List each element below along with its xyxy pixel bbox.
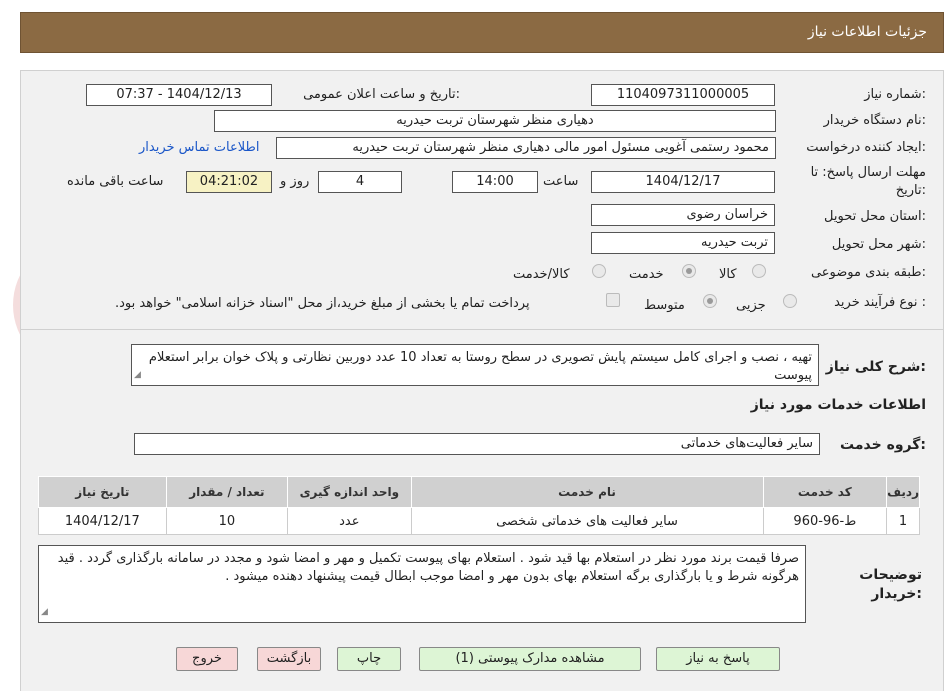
category-label: طبقه بندی موضوعی: bbox=[810, 265, 926, 280]
col-unit-header: واحد اندازه گیری bbox=[287, 476, 412, 508]
process-label: نوع فرآیند خرید : bbox=[834, 295, 926, 310]
description-label: شرح کلی نیاز: bbox=[825, 359, 926, 375]
days-label: روز و bbox=[280, 174, 310, 189]
back-button[interactable]: بازگشت bbox=[257, 647, 321, 671]
process-option-medium-label: متوسط bbox=[644, 298, 685, 313]
deadline-time-field: 14:00 bbox=[452, 171, 538, 193]
contact-buyer-link[interactable]: اطلاعات تماس خریدار bbox=[139, 140, 259, 155]
need-number-label: شماره نیاز: bbox=[864, 87, 926, 102]
buyer-notes-text: صرفا قیمت برند مورد نظر در استعلام بها ق… bbox=[57, 551, 799, 584]
remaining-label: ساعت باقی مانده bbox=[67, 174, 164, 189]
announce-field: 1404/12/13 - 07:37 bbox=[86, 84, 272, 106]
category-option-both-label: کالا/خدمت bbox=[513, 267, 570, 282]
process-medium-radio[interactable] bbox=[703, 294, 717, 308]
description-text: تهیه ، نصب و اجرای کامل سیستم پایش تصویر… bbox=[148, 350, 812, 383]
col-date-header: تاریخ نیاز bbox=[38, 476, 167, 508]
service-group-label: گروه خدمت: bbox=[840, 437, 926, 453]
page-title: جزئیات اطلاعات نیاز bbox=[807, 24, 927, 40]
category-option-goods-label: کالا bbox=[719, 267, 737, 282]
need-number-field: 1104097311000005 bbox=[591, 84, 775, 106]
buyer-notes-textarea[interactable]: صرفا قیمت برند مورد نظر در استعلام بها ق… bbox=[38, 545, 806, 623]
buyer-org-label: نام دستگاه خریدار: bbox=[823, 113, 926, 128]
city-field: تربت حیدریه bbox=[591, 232, 775, 254]
resize-grip-icon: ◢ bbox=[134, 370, 141, 380]
resize-grip-icon: ◢ bbox=[41, 607, 48, 617]
cell-name: سایر فعالیت های خدماتی شخصی bbox=[410, 507, 764, 535]
col-code-header: کد خدمت bbox=[762, 476, 888, 508]
category-both-radio[interactable] bbox=[592, 264, 606, 278]
time-label: ساعت bbox=[543, 174, 579, 189]
buyer-org-field: دهیاری منظر شهرستان تربت حیدریه bbox=[214, 110, 776, 132]
deadline-date-field: 1404/12/17 bbox=[591, 171, 775, 193]
page-header: جزئیات اطلاعات نیاز bbox=[20, 12, 944, 53]
requester-field: محمود رستمی آغویی مسئول امور مالی دهیاری… bbox=[276, 137, 776, 159]
buyer-notes-label: توضیحات bbox=[859, 567, 922, 583]
deadline-label: مهلت ارسال پاسخ: تا bbox=[810, 165, 926, 180]
table-row: 1 ط-96-960 سایر فعالیت های خدماتی شخصی ع… bbox=[38, 507, 920, 535]
deadline-label-date: تاریخ: bbox=[895, 183, 926, 198]
table-header-row: ردیف کد خدمت نام خدمت واحد اندازه گیری ت… bbox=[38, 476, 920, 508]
cell-qty: 10 bbox=[165, 507, 289, 535]
category-option-service-label: خدمت bbox=[629, 267, 664, 282]
cell-row: 1 bbox=[886, 507, 920, 535]
payment-note: پرداخت تمام یا بخشی از مبلغ خرید،از محل … bbox=[115, 296, 530, 311]
service-group-field: سایر فعالیت‌های خدماتی bbox=[134, 433, 820, 455]
exit-button[interactable]: خروج bbox=[176, 647, 238, 671]
description-textarea[interactable]: تهیه ، نصب و اجرای کامل سیستم پایش تصویر… bbox=[131, 344, 819, 386]
services-table: ردیف کد خدمت نام خدمت واحد اندازه گیری ت… bbox=[38, 476, 920, 535]
remaining-time-field: 04:21:02 bbox=[186, 171, 272, 193]
print-button[interactable]: چاپ bbox=[337, 647, 401, 671]
reply-button[interactable]: پاسخ به نیاز bbox=[656, 647, 780, 671]
services-section-title: اطلاعات خدمات مورد نیاز bbox=[750, 397, 926, 413]
buyer-notes-label-2: خریدار: bbox=[871, 586, 922, 602]
process-option-minor-label: جزیی bbox=[736, 298, 766, 313]
details-panel bbox=[20, 70, 944, 330]
treasury-bond-checkbox[interactable] bbox=[606, 293, 620, 307]
col-row-header: ردیف bbox=[886, 476, 920, 508]
cell-date: 1404/12/17 bbox=[38, 507, 167, 535]
category-service-radio[interactable] bbox=[682, 264, 696, 278]
col-name-header: نام خدمت bbox=[410, 476, 764, 508]
process-minor-radio[interactable] bbox=[783, 294, 797, 308]
province-field: خراسان رضوی bbox=[591, 204, 775, 226]
cell-unit: عدد bbox=[287, 507, 412, 535]
requester-label: ایجاد کننده درخواست: bbox=[806, 140, 926, 155]
view-docs-button[interactable]: مشاهده مدارک پیوستی (1) bbox=[419, 647, 641, 671]
cell-code: ط-96-960 bbox=[762, 507, 888, 535]
province-label: استان محل تحویل: bbox=[824, 209, 926, 224]
city-label: شهر محل تحویل: bbox=[831, 237, 926, 252]
category-goods-radio[interactable] bbox=[752, 264, 766, 278]
col-qty-header: تعداد / مقدار bbox=[165, 476, 289, 508]
announce-label: تاریخ و ساعت اعلان عمومی: bbox=[303, 87, 460, 102]
days-field: 4 bbox=[318, 171, 402, 193]
